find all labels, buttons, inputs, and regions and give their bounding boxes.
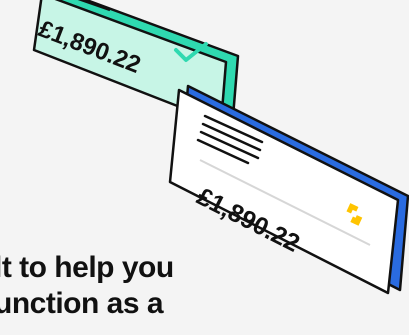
heading-line-1: lt to help you (0, 251, 174, 284)
page-heading: lt to help you unction as a (0, 250, 174, 322)
front-card: £1,890.22 (168, 84, 409, 295)
heading-line-2: unction as a (0, 287, 164, 320)
